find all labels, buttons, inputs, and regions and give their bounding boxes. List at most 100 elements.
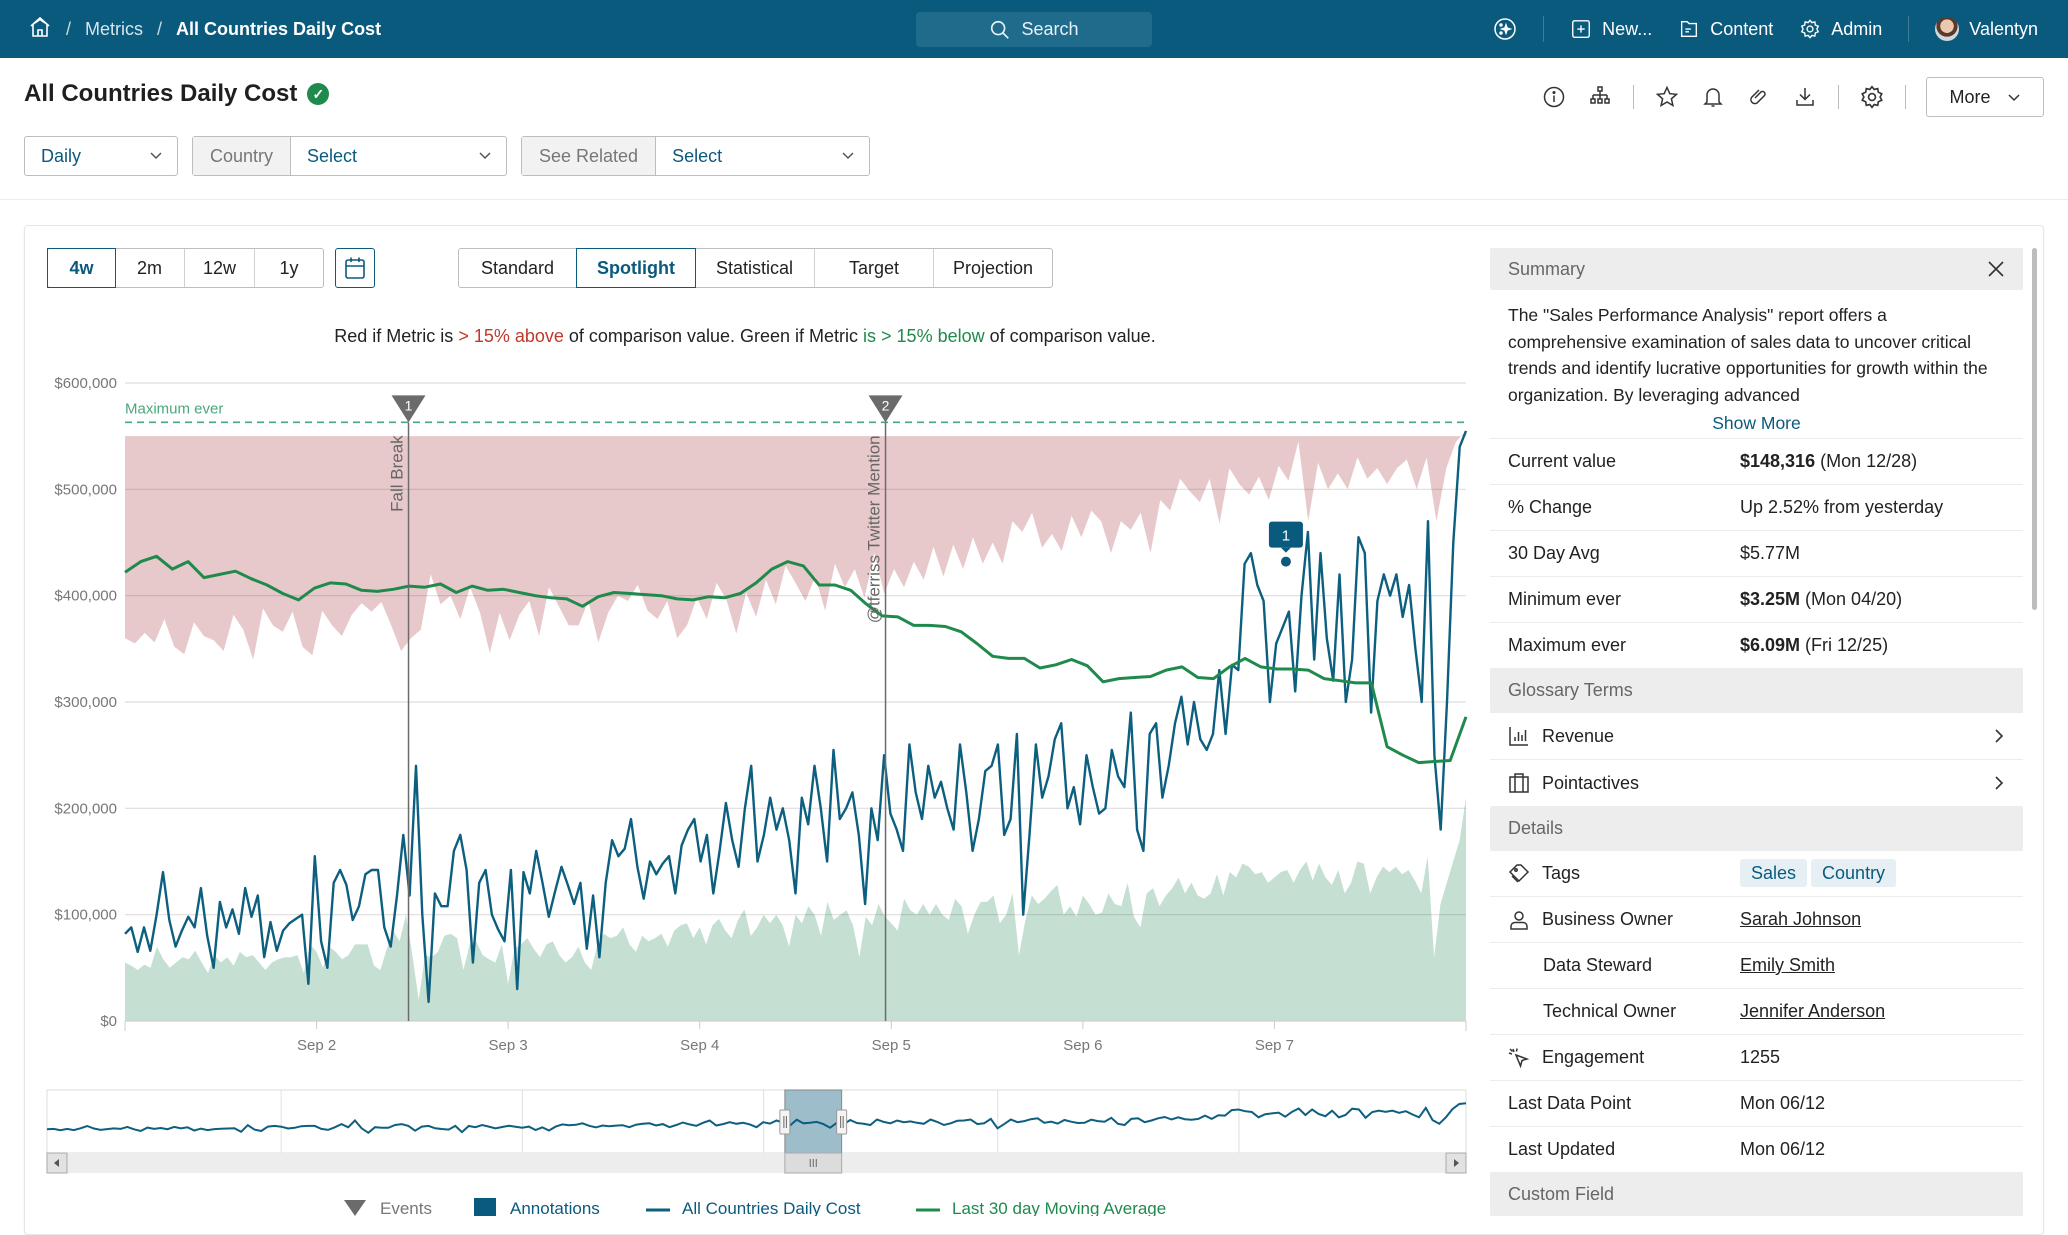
actions-divider <box>1838 85 1839 109</box>
stat-row: Minimum ever $3.25M (Mon 04/20) <box>1490 576 2023 622</box>
business-owner-row: Business Owner Sarah Johnson <box>1490 896 2023 942</box>
new-label: New... <box>1602 18 1653 39</box>
user-menu[interactable]: Valentyn <box>1935 17 2038 41</box>
chevron-right-icon <box>1995 776 2004 790</box>
glossary-label: Revenue <box>1542 725 1615 746</box>
close-icon[interactable] <box>1987 260 2005 278</box>
ai-assistant-button[interactable] <box>1493 17 1517 41</box>
more-label: More <box>1949 86 1991 107</box>
content-label: Content <box>1710 18 1774 39</box>
engagement-key: Engagement <box>1508 1047 1740 1069</box>
nav-actions: New... Content Admin Valentyn <box>1493 0 2038 58</box>
last-data-point-row: Last Data Point Mon 06/12 <box>1490 1080 2023 1126</box>
panel-scrollbar[interactable] <box>2032 248 2037 610</box>
glossary-label: Pointactives <box>1542 772 1640 793</box>
navigator-scrollbar <box>47 1153 1466 1173</box>
admin-label: Admin <box>1831 18 1883 39</box>
event-number: 1 <box>405 397 413 413</box>
y-tick-label: $100,000 <box>54 907 117 924</box>
stat-row: 30 Day Avg $5.77M <box>1490 530 2023 576</box>
stat-label: 30 Day Avg <box>1508 543 1600 563</box>
green-threshold-band <box>125 797 1466 1021</box>
business-owner-link[interactable]: Sarah Johnson <box>1740 909 1861 930</box>
avatar <box>1935 17 1960 41</box>
legend-label: Annotations <box>510 1199 600 1216</box>
admin-button[interactable]: Admin <box>1799 18 1882 40</box>
legend-label: Last 30 day Moving Average <box>952 1199 1166 1216</box>
hierarchy-icon[interactable] <box>1587 84 1613 110</box>
user-icon <box>1510 910 1528 930</box>
last-data-point-value: Mon 06/12 <box>1740 1093 1826 1113</box>
engagement-row: Engagement 1255 <box>1490 1034 2023 1080</box>
event-label: @tferriss Twitter Mention <box>865 435 884 623</box>
event-number: 2 <box>882 397 890 413</box>
stat-value: $5.77M <box>1740 543 1801 563</box>
gear-icon <box>1801 19 1820 39</box>
stat-value: $6.09M (Fri 12/25) <box>1740 635 1889 655</box>
annotation-number: 1 <box>1282 528 1290 545</box>
bell-icon[interactable] <box>1700 84 1726 110</box>
actions-divider <box>1633 85 1634 109</box>
last-data-point-label: Last Data Point <box>1508 1093 1632 1113</box>
attachment-icon[interactable] <box>1746 84 1772 110</box>
new-button[interactable]: New... <box>1570 18 1652 40</box>
y-tick-label: $500,000 <box>54 481 117 498</box>
download-icon[interactable] <box>1792 84 1818 110</box>
actions-divider <box>1905 85 1906 109</box>
engagement-value: 1255 <box>1740 1047 1781 1067</box>
y-tick-label: $0 <box>100 1013 117 1030</box>
page-actions: More <box>1541 76 2044 118</box>
x-tick-label: Sep 4 <box>680 1037 719 1054</box>
tags-row: Tags Sales Country <box>1490 850 2023 896</box>
business-owner-key: Business Owner <box>1508 909 1740 931</box>
data-steward-link[interactable]: Emily Smith <box>1740 955 1835 976</box>
legend-label: Events <box>380 1199 432 1216</box>
summary-title: Summary <box>1508 258 1586 279</box>
custom-field-title: Custom Field <box>1508 1183 1615 1204</box>
event-label: Fall Break <box>388 435 407 512</box>
navigator-handle <box>779 1109 791 1135</box>
x-tick-label: Sep 6 <box>1063 1037 1102 1054</box>
maximum-ever-label: Maximum ever <box>125 400 223 417</box>
stat-label: Minimum ever <box>1508 589 1622 609</box>
stat-value: $148,316 (Mon 12/28) <box>1740 451 1918 471</box>
custom-field-header: Custom Field <box>1490 1172 2023 1216</box>
sparkle-icon <box>1494 18 1516 40</box>
y-tick-label: $600,000 <box>54 375 117 392</box>
star-icon[interactable] <box>1654 84 1680 110</box>
stat-label: Maximum ever <box>1508 635 1627 655</box>
annotation-point <box>1280 556 1291 567</box>
document-icon <box>1681 20 1698 38</box>
glossary-item-revenue[interactable]: Revenue <box>1490 712 2023 759</box>
content-button[interactable]: Content <box>1678 18 1773 40</box>
tag-icon <box>1508 863 1530 883</box>
legend-annotations-icon <box>474 1198 496 1216</box>
glossary-term: Pointactives <box>1508 772 1740 794</box>
info-icon[interactable] <box>1541 84 1567 110</box>
tags-list: Sales Country <box>1740 859 1900 887</box>
stat-row: Maximum ever $6.09M (Fri 12/25) <box>1490 622 2023 668</box>
more-button[interactable]: More <box>1926 77 2044 117</box>
summary-text: The "Sales Performance Analysis" report … <box>1508 305 1988 405</box>
last-updated-label: Last Updated <box>1508 1139 1616 1159</box>
engagement-label: Engagement <box>1542 1047 1645 1067</box>
glossary-term: Revenue <box>1508 725 1740 747</box>
last-updated-value: Mon 06/12 <box>1740 1139 1826 1159</box>
tag-chip[interactable]: Sales <box>1740 859 1808 887</box>
settings-gear-icon[interactable] <box>1859 84 1885 110</box>
stat-value: Up 2.52% from yesterday <box>1740 497 1944 517</box>
details-panel: Summary The "Sales Performance Analysis"… <box>1490 248 2023 1216</box>
tag-chip[interactable]: Country <box>1811 859 1897 887</box>
glossary-item-pointactives[interactable]: Pointactives <box>1490 759 2023 806</box>
x-tick-label: Sep 2 <box>297 1037 336 1054</box>
x-tick-label: Sep 3 <box>489 1037 528 1054</box>
annotation-pointer <box>1280 547 1291 553</box>
plus-square-icon <box>1572 20 1591 38</box>
x-tick-label: Sep 7 <box>1255 1037 1294 1054</box>
show-more-link[interactable]: Show More <box>1490 408 2023 438</box>
nav-divider <box>1908 16 1910 42</box>
glossary-title: Glossary Terms <box>1508 679 1633 700</box>
y-tick-label: $300,000 <box>54 694 117 711</box>
technical-owner-link[interactable]: Jennifer Anderson <box>1740 1001 1885 1022</box>
briefcase-icon <box>1509 773 1529 793</box>
